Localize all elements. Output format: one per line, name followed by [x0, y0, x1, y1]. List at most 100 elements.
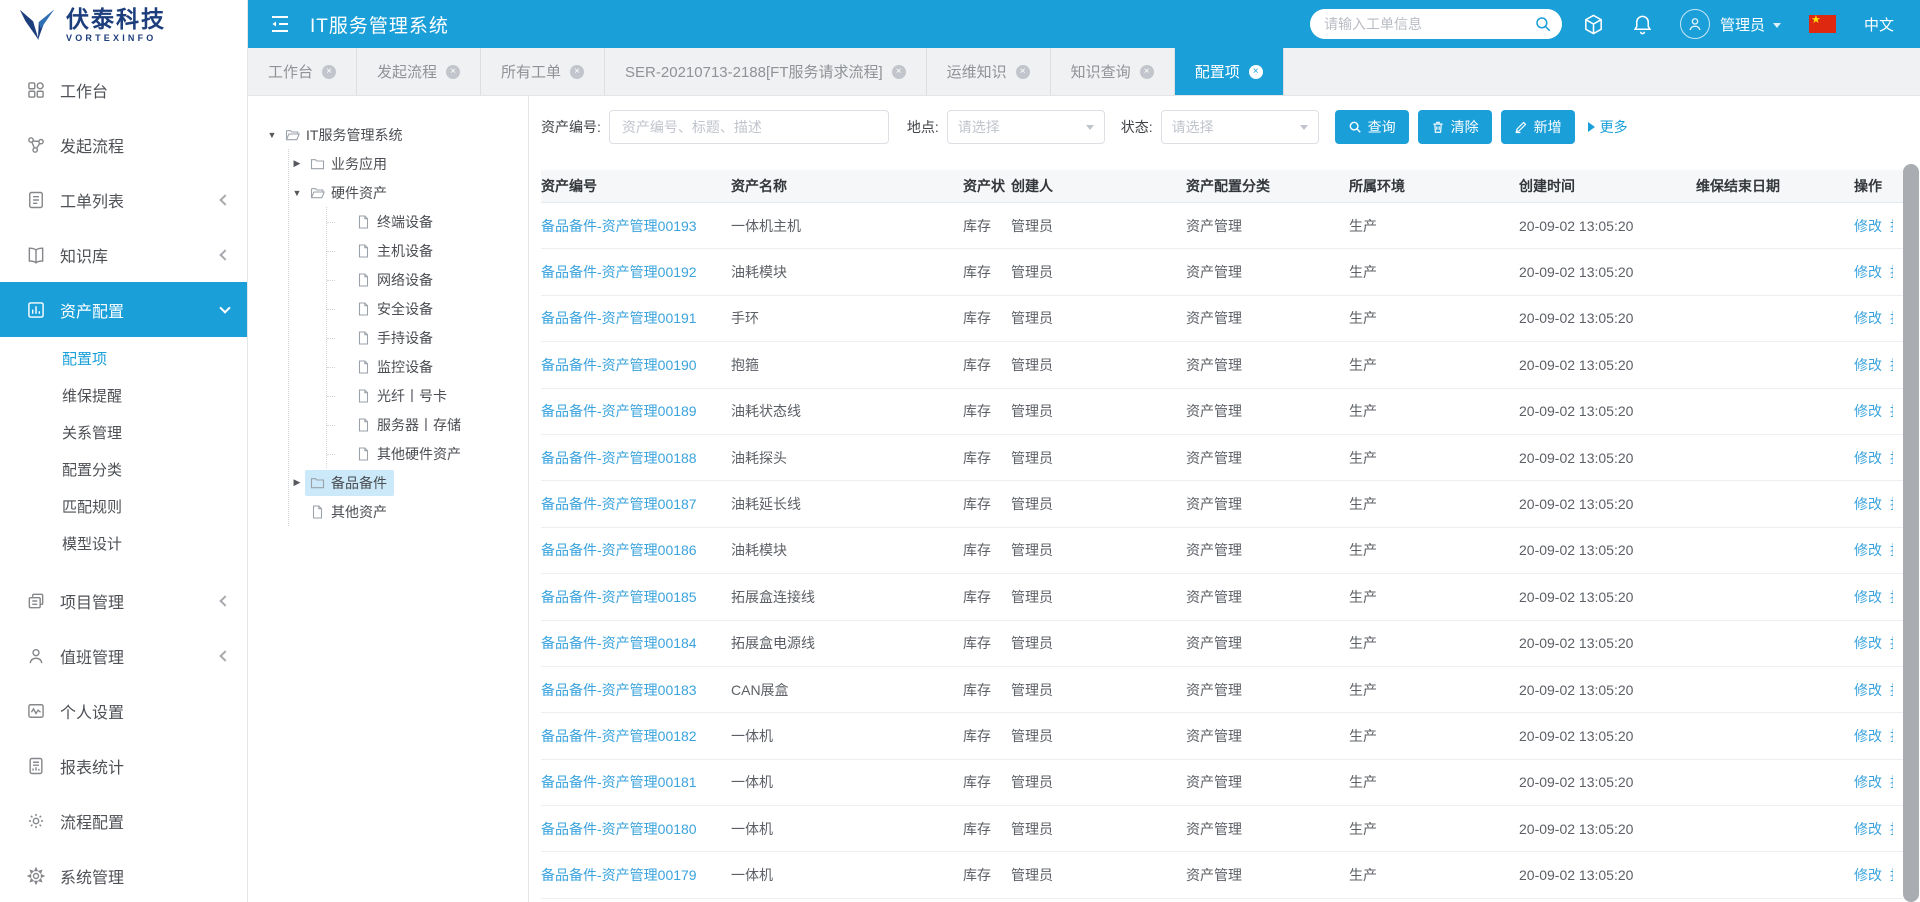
modify-link[interactable]: 修改: [1854, 448, 1882, 468]
order-search-input[interactable]: [1324, 16, 1534, 32]
sidebar-item-6[interactable]: 项目管理: [0, 573, 247, 628]
scrap-link-clipped[interactable]: 报废: [1890, 680, 1893, 700]
tab-close-icon[interactable]: ×: [570, 65, 584, 79]
modify-link[interactable]: 修改: [1854, 401, 1882, 421]
sidebar-item-9[interactable]: 报表统计: [0, 738, 247, 793]
tree-node[interactable]: 光纤丨号卡: [351, 383, 454, 409]
scrap-link-clipped[interactable]: 报废: [1890, 865, 1893, 885]
scrap-link-clipped[interactable]: 报废: [1890, 448, 1893, 468]
tab-item[interactable]: 工作台×: [248, 48, 357, 95]
modify-link[interactable]: 修改: [1854, 633, 1882, 653]
scrap-link-clipped[interactable]: 报废: [1890, 216, 1893, 236]
sidebar-item-11[interactable]: 系统管理: [0, 848, 247, 902]
scrap-link-clipped[interactable]: 报废: [1890, 726, 1893, 746]
modify-link[interactable]: 修改: [1854, 540, 1882, 560]
tab-close-icon[interactable]: ×: [446, 65, 460, 79]
sidebar-subitem[interactable]: 模型设计: [0, 526, 247, 563]
tree-node[interactable]: 监控设备: [351, 354, 440, 380]
modify-link[interactable]: 修改: [1854, 726, 1882, 746]
status-select[interactable]: 请选择: [1161, 110, 1319, 144]
asset-id-link[interactable]: 备品备件-资产管理00179: [541, 867, 697, 883]
modify-link[interactable]: 修改: [1854, 680, 1882, 700]
tab-close-icon[interactable]: ×: [322, 65, 336, 79]
tree-node[interactable]: 业务应用: [305, 151, 394, 177]
asset-id-link[interactable]: 备品备件-资产管理00192: [541, 264, 697, 280]
username-label[interactable]: 管理员: [1720, 14, 1765, 35]
sidebar-item-5[interactable]: 资产配置: [0, 282, 247, 337]
tree-node[interactable]: 备品备件: [305, 470, 394, 496]
asset-id-link[interactable]: 备品备件-资产管理00186: [541, 542, 697, 558]
sidebar-item-8[interactable]: 个人设置: [0, 683, 247, 738]
scrap-link-clipped[interactable]: 报废: [1890, 308, 1893, 328]
tree-node[interactable]: 服务器丨存储: [351, 412, 468, 438]
modify-link[interactable]: 修改: [1854, 772, 1882, 792]
tree-node[interactable]: 主机设备: [351, 238, 440, 264]
modify-link[interactable]: 修改: [1854, 587, 1882, 607]
asset-id-link[interactable]: 备品备件-资产管理00184: [541, 635, 697, 651]
modify-link[interactable]: 修改: [1854, 308, 1882, 328]
tree-node[interactable]: 终端设备: [351, 209, 440, 235]
modify-link[interactable]: 修改: [1854, 494, 1882, 514]
modify-link[interactable]: 修改: [1854, 262, 1882, 282]
tab-close-icon[interactable]: ×: [1140, 65, 1154, 79]
sidebar-subitem[interactable]: 维保提醒: [0, 378, 247, 415]
chevron-down-icon[interactable]: [1773, 23, 1781, 28]
modify-link[interactable]: 修改: [1854, 865, 1882, 885]
scrap-link-clipped[interactable]: 报废: [1890, 633, 1893, 653]
sidebar-subitem[interactable]: 关系管理: [0, 415, 247, 452]
asset-id-link[interactable]: 备品备件-资产管理00183: [541, 682, 697, 698]
tree-caret-right-icon[interactable]: ▶: [289, 158, 305, 169]
tab-item[interactable]: 知识查询×: [1051, 48, 1175, 95]
scrap-link-clipped[interactable]: 报废: [1890, 772, 1893, 792]
asset-id-link[interactable]: 备品备件-资产管理00193: [541, 218, 697, 234]
tab-close-icon[interactable]: ×: [892, 65, 906, 79]
asset-id-link[interactable]: 备品备件-资产管理00187: [541, 496, 697, 512]
tree-node[interactable]: IT服务管理系统: [280, 122, 409, 148]
tab-close-icon[interactable]: ×: [1249, 65, 1263, 79]
language-switch[interactable]: 中文: [1864, 14, 1894, 35]
search-icon[interactable]: [1534, 15, 1552, 33]
sidebar-item-4[interactable]: 知识库: [0, 227, 247, 282]
asset-id-link[interactable]: 备品备件-资产管理00191: [541, 310, 697, 326]
sidebar-subitem[interactable]: 配置项: [0, 341, 247, 378]
location-select[interactable]: 请选择: [947, 110, 1105, 144]
asset-id-link[interactable]: 备品备件-资产管理00185: [541, 589, 697, 605]
asset-id-link[interactable]: 备品备件-资产管理00182: [541, 728, 697, 744]
tab-item[interactable]: 运维知识×: [927, 48, 1051, 95]
bell-icon[interactable]: [1631, 13, 1654, 36]
sidebar-item-3[interactable]: 工单列表: [0, 172, 247, 227]
modify-link[interactable]: 修改: [1854, 216, 1882, 236]
package-cube-icon[interactable]: [1582, 13, 1605, 36]
tree-node[interactable]: 其他资产: [305, 499, 394, 525]
tree-node[interactable]: 网络设备: [351, 267, 440, 293]
tab-item[interactable]: 发起流程×: [357, 48, 481, 95]
asset-id-link[interactable]: 备品备件-资产管理00189: [541, 403, 697, 419]
tree-node[interactable]: 硬件资产: [305, 180, 394, 206]
tab-close-icon[interactable]: ×: [1016, 65, 1030, 79]
scrap-link-clipped[interactable]: 报废: [1890, 401, 1893, 421]
add-button[interactable]: 新增: [1501, 110, 1575, 144]
asset-id-link[interactable]: 备品备件-资产管理00188: [541, 450, 697, 466]
tree-node[interactable]: 其他硬件资产: [351, 441, 468, 467]
clear-button[interactable]: 清除: [1418, 110, 1492, 144]
scrap-link-clipped[interactable]: 报废: [1890, 262, 1893, 282]
sidebar-item-10[interactable]: 流程配置: [0, 793, 247, 848]
scrap-link-clipped[interactable]: 报废: [1890, 355, 1893, 375]
asset-id-link[interactable]: 备品备件-资产管理00181: [541, 774, 697, 790]
tree-caret-down-icon[interactable]: ▼: [289, 188, 305, 198]
collapse-menu-icon[interactable]: [268, 12, 292, 36]
tree-caret-down-icon[interactable]: ▼: [264, 130, 280, 140]
scrap-link-clipped[interactable]: 报废: [1890, 819, 1893, 839]
modify-link[interactable]: 修改: [1854, 355, 1882, 375]
sidebar-item-2[interactable]: 发起流程: [0, 117, 247, 172]
tree-node[interactable]: 安全设备: [351, 296, 440, 322]
asset-id-link[interactable]: 备品备件-资产管理00190: [541, 357, 697, 373]
sidebar-item-1[interactable]: 工作台: [0, 62, 247, 117]
scrap-link-clipped[interactable]: 报废: [1890, 540, 1893, 560]
scrap-link-clipped[interactable]: 报废: [1890, 587, 1893, 607]
modify-link[interactable]: 修改: [1854, 819, 1882, 839]
asset-id-link[interactable]: 备品备件-资产管理00180: [541, 821, 697, 837]
sidebar-subitem[interactable]: 匹配规则: [0, 489, 247, 526]
sidebar-subitem[interactable]: 配置分类: [0, 452, 247, 489]
search-button[interactable]: 查询: [1335, 110, 1409, 144]
